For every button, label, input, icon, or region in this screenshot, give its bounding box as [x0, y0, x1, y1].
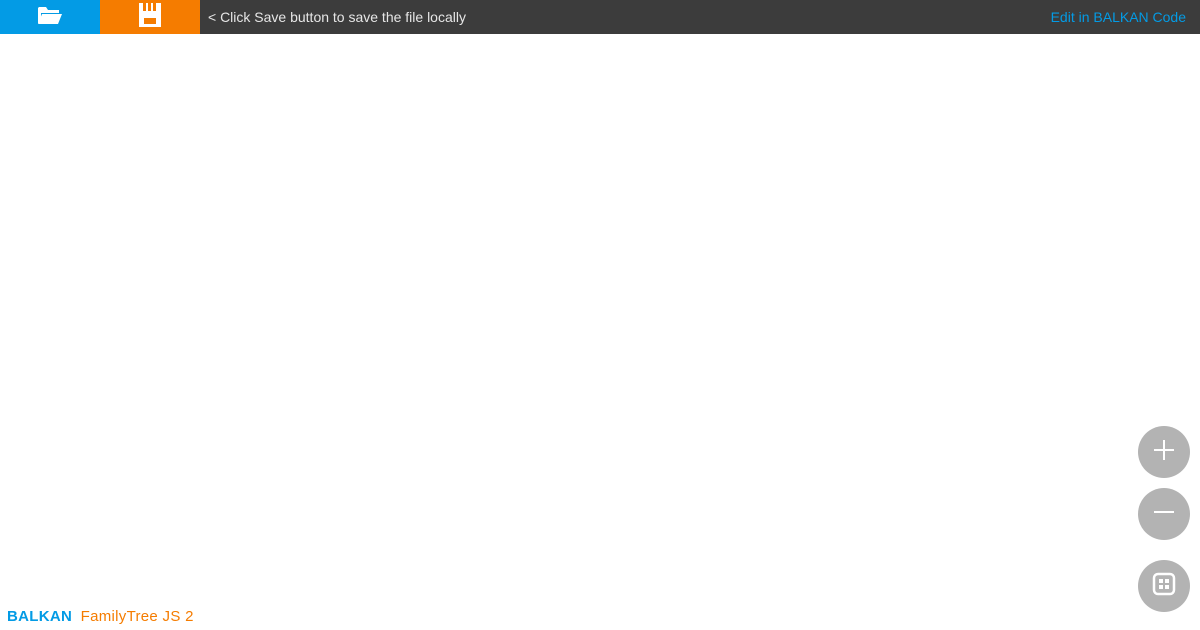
zoom-out-button[interactable]	[1138, 488, 1190, 540]
family-tree-canvas[interactable]	[0, 34, 1200, 630]
save-file-button[interactable]	[100, 0, 200, 34]
plus-icon	[1152, 438, 1176, 467]
floppy-disk-icon	[139, 2, 161, 32]
open-file-button[interactable]	[0, 0, 100, 34]
folder-open-icon	[37, 5, 63, 30]
brand-company: BALKAN	[7, 608, 73, 625]
brand-footer: BALKAN FamilyTree JS 2	[7, 608, 194, 625]
zoom-in-button[interactable]	[1138, 426, 1190, 478]
top-toolbar: < Click Save button to save the file loc…	[0, 0, 1200, 34]
fit-to-screen-button[interactable]	[1138, 560, 1190, 612]
brand-product: FamilyTree JS 2	[80, 608, 194, 625]
save-hint-text: < Click Save button to save the file loc…	[208, 9, 466, 25]
edit-in-balkan-code-link[interactable]: Edit in BALKAN Code	[1051, 9, 1186, 25]
minus-icon	[1152, 500, 1176, 529]
fit-to-screen-icon	[1152, 572, 1176, 601]
